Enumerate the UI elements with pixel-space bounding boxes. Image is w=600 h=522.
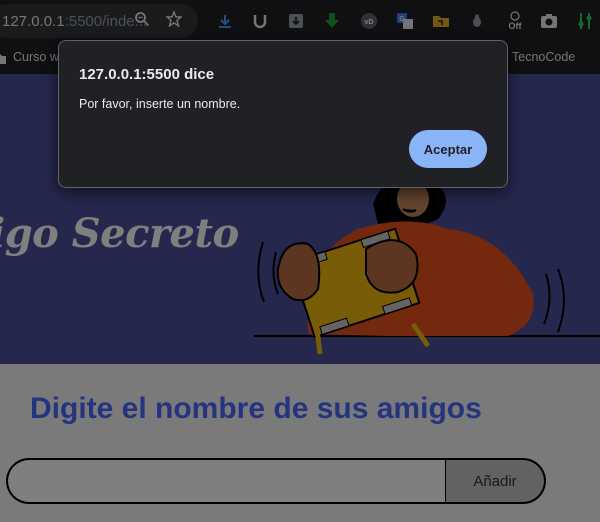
address-bar[interactable]: 127.0.0.1:5500/inde... <box>0 4 198 38</box>
hero-title: igo Secreto <box>0 210 239 257</box>
person-with-gift-illustration <box>254 174 600 355</box>
add-button[interactable]: Añadir <box>446 458 546 504</box>
bookmark-tecnocode[interactable]: TecnoCode <box>512 50 575 64</box>
download-extension-icon[interactable] <box>215 11 235 31</box>
zoom-icon[interactable] <box>132 11 152 31</box>
url-text[interactable]: 127.0.0.1:5500/inde... <box>2 13 147 30</box>
save-extension-icon[interactable] <box>286 11 306 31</box>
speech-icon <box>510 11 520 21</box>
section-title: Digite el nombre de sus amigos <box>30 392 482 425</box>
url-host: 127.0.0.1 <box>2 13 65 30</box>
folder-icon <box>0 52 6 70</box>
svg-text:vD: vD <box>365 19 374 26</box>
browser-toolbar: 127.0.0.1:5500/inde... vD G Off <box>0 0 600 42</box>
accept-button[interactable]: Aceptar <box>409 130 487 168</box>
translate-extension-icon[interactable]: G <box>395 11 415 31</box>
bookmark-star-icon[interactable] <box>164 10 184 31</box>
vd-extension-icon[interactable]: vD <box>359 11 379 31</box>
dialog-message: Por favor, inserte un nombre. <box>79 97 241 111</box>
svg-text:G: G <box>399 16 405 23</box>
amigo-form-section: Digite el nombre de sus amigos Añadir <box>0 364 600 522</box>
magnet-extension-icon[interactable] <box>250 11 270 31</box>
off-toggle-extension[interactable]: Off <box>505 6 525 36</box>
camera-extension-icon[interactable] <box>539 11 559 31</box>
extension-badge: Off <box>508 21 522 31</box>
dialog-title: 127.0.0.1:5500 dice <box>79 66 215 83</box>
sliders-extension-icon[interactable] <box>575 11 595 31</box>
green-download-extension-icon[interactable] <box>322 11 342 31</box>
folder-extension-icon[interactable] <box>431 11 451 31</box>
alert-dialog: 127.0.0.1:5500 dice Por favor, inserte u… <box>58 40 508 188</box>
bug-extension-icon[interactable] <box>467 11 487 31</box>
friend-name-input[interactable] <box>6 458 446 504</box>
